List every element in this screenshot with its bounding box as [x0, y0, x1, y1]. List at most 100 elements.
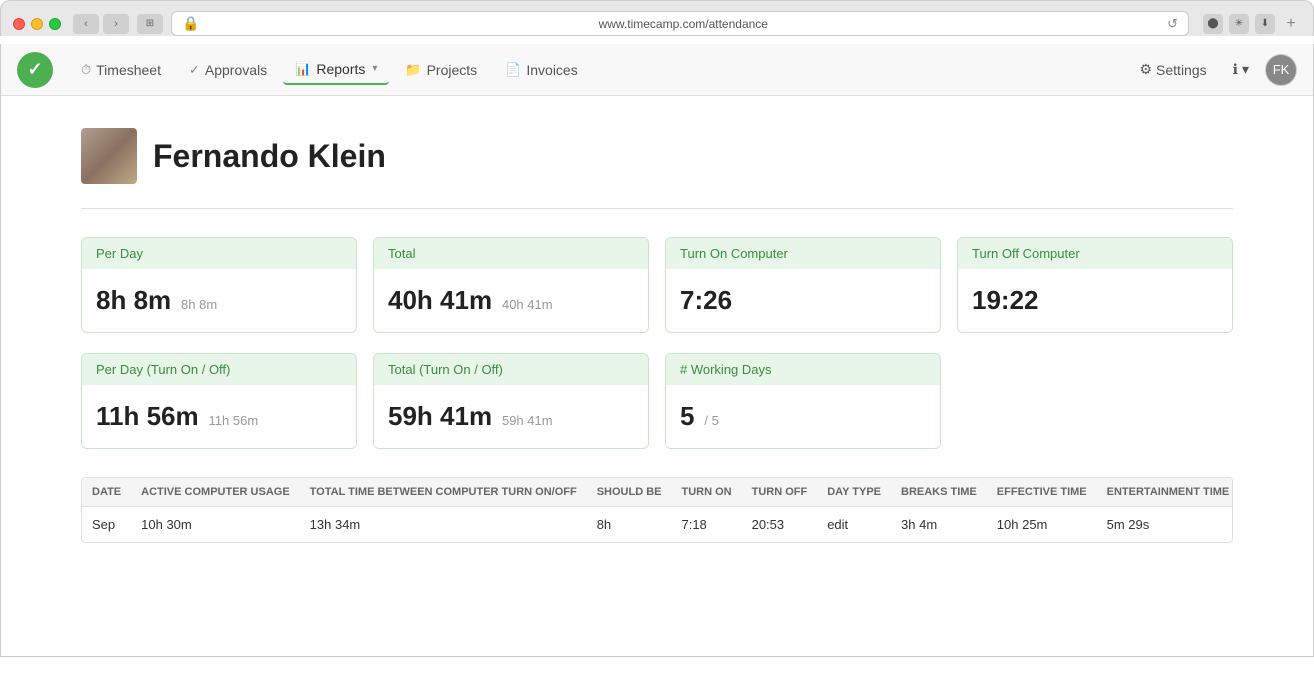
- stat-card-total: Total 40h 41m 40h 41m: [373, 237, 649, 333]
- table-header-row: DATE ACTIVE COMPUTER USAGE TOTAL TIME BE…: [82, 478, 1233, 507]
- user-avatar[interactable]: FK: [1265, 54, 1297, 86]
- stat-value-turn-on: 7:26: [680, 285, 732, 315]
- cell-turn-off: 20:53: [742, 507, 818, 543]
- back-button[interactable]: ‹: [73, 14, 99, 34]
- profile-divider: [81, 208, 1233, 209]
- extension-icon-1[interactable]: ⬤: [1203, 14, 1223, 34]
- stat-body-per-day-turn: 11h 56m 11h 56m: [82, 385, 356, 448]
- extension-icon-3[interactable]: ⬇: [1255, 14, 1275, 34]
- cell-total-between: 13h 34m: [300, 507, 587, 543]
- nav-projects[interactable]: 📁 Projects: [393, 56, 489, 84]
- nav-invoices[interactable]: 📄 Invoices: [493, 56, 590, 84]
- info-caret: ▾: [1242, 61, 1249, 78]
- cell-entertainment-time: 5m 29s: [1097, 507, 1233, 543]
- projects-icon: 📁: [405, 62, 421, 78]
- stat-body-turn-off: 19:22: [958, 269, 1232, 332]
- table-body: Sep 10h 30m 13h 34m 8h 7:18 20:53 edit 3…: [82, 507, 1233, 543]
- nav-reports-label: Reports: [316, 61, 365, 77]
- stat-card-per-day: Per Day 8h 8m 8h 8m: [81, 237, 357, 333]
- nav-reports[interactable]: 📊 Reports ▾: [283, 55, 389, 85]
- stat-header-working-days: # Working Days: [666, 354, 940, 385]
- stat-header-turn-off: Turn Off Computer: [958, 238, 1232, 269]
- cell-day-type[interactable]: edit: [817, 507, 891, 543]
- cell-active-usage: 10h 30m: [131, 507, 300, 543]
- stat-header-per-day-turn: Per Day (Turn On / Off): [82, 354, 356, 385]
- stat-sub-per-day: 8h 8m: [181, 297, 217, 312]
- profile-header: Fernando Klein: [81, 128, 1233, 184]
- cell-should-be: 8h: [587, 507, 672, 543]
- col-turn-off: TURN OFF: [742, 478, 818, 507]
- stat-body-total: 40h 41m 40h 41m: [374, 269, 648, 332]
- cell-turn-on: 7:18: [671, 507, 741, 543]
- info-button[interactable]: ℹ ▾: [1225, 56, 1257, 83]
- data-table: DATE ACTIVE COMPUTER USAGE TOTAL TIME BE…: [82, 478, 1233, 542]
- stat-sub-per-day-turn: 11h 56m: [209, 413, 259, 428]
- table-row: Sep 10h 30m 13h 34m 8h 7:18 20:53 edit 3…: [82, 507, 1233, 543]
- stat-value-working-days: 5: [680, 401, 694, 431]
- col-breaks-time: BREAKS TIME: [891, 478, 987, 507]
- settings-label: Settings: [1156, 62, 1207, 78]
- stat-body-working-days: 5 / 5: [666, 385, 940, 448]
- profile-name: Fernando Klein: [153, 138, 386, 175]
- nav-approvals[interactable]: ✓ Approvals: [177, 56, 279, 84]
- stat-value-total: 40h 41m: [388, 285, 492, 315]
- url-text[interactable]: www.timecamp.com/attendance: [205, 17, 1161, 31]
- stat-card-turn-on: Turn On Computer 7:26: [665, 237, 941, 333]
- browser-titlebar: ‹ › ⊞ 🔒 www.timecamp.com/attendance ↺ ⬤ …: [13, 11, 1301, 36]
- settings-button[interactable]: ⚙ Settings: [1129, 56, 1216, 83]
- col-date: DATE: [82, 478, 131, 507]
- data-table-container: DATE ACTIVE COMPUTER USAGE TOTAL TIME BE…: [81, 477, 1233, 543]
- window-control-button[interactable]: ⊞: [137, 14, 163, 34]
- stat-sub-total-turn: 59h 41m: [502, 413, 553, 428]
- col-total-between: TOTAL TIME BETWEEN COMPUTER TURN ON/OFF: [300, 478, 587, 507]
- cell-breaks-time: 3h 4m: [891, 507, 987, 543]
- logo[interactable]: ✓: [17, 52, 53, 88]
- nav-approvals-label: Approvals: [205, 62, 267, 78]
- nav-items: ⏱ Timesheet ✓ Approvals 📊 Reports ▾ 📁 Pr…: [69, 55, 1129, 85]
- nav-right: ⚙ Settings ℹ ▾ FK: [1129, 54, 1297, 86]
- invoices-icon: 📄: [505, 62, 521, 78]
- stat-header-total-turn: Total (Turn On / Off): [374, 354, 648, 385]
- new-tab-button[interactable]: +: [1281, 14, 1301, 34]
- nav-timesheet-label: Timesheet: [96, 62, 161, 78]
- address-bar[interactable]: 🔒 www.timecamp.com/attendance ↺: [171, 11, 1189, 36]
- minimize-button[interactable]: [31, 18, 43, 30]
- browser-nav-buttons: ‹ ›: [73, 14, 129, 34]
- col-entertainment-time: ENTERTAINMENT TIME: [1097, 478, 1233, 507]
- browser-chrome: ‹ › ⊞ 🔒 www.timecamp.com/attendance ↺ ⬤ …: [0, 0, 1314, 36]
- cell-date[interactable]: Sep: [82, 507, 131, 543]
- timesheet-icon: ⏱: [81, 62, 91, 78]
- stat-value-per-day: 8h 8m: [96, 285, 171, 315]
- avatar-image: [81, 128, 137, 184]
- stat-header-total: Total: [374, 238, 648, 269]
- stat-value-total-turn: 59h 41m: [388, 401, 492, 431]
- col-day-type: DAY TYPE: [817, 478, 891, 507]
- col-active-usage: ACTIVE COMPUTER USAGE: [131, 478, 300, 507]
- col-should-be: SHOULD BE: [587, 478, 672, 507]
- stat-card-total-turn: Total (Turn On / Off) 59h 41m 59h 41m: [373, 353, 649, 449]
- extension-icon-2[interactable]: ✳: [1229, 14, 1249, 34]
- stat-body-turn-on: 7:26: [666, 269, 940, 332]
- maximize-button[interactable]: [49, 18, 61, 30]
- browser-extensions: ⬤ ✳ ⬇ +: [1203, 14, 1301, 34]
- stat-card-working-days: # Working Days 5 / 5: [665, 353, 941, 449]
- stat-value-turn-off: 19:22: [972, 285, 1039, 315]
- forward-button[interactable]: ›: [103, 14, 129, 34]
- reload-button[interactable]: ↺: [1167, 16, 1178, 32]
- close-button[interactable]: [13, 18, 25, 30]
- stat-body-per-day: 8h 8m 8h 8m: [82, 269, 356, 332]
- stat-card-turn-off: Turn Off Computer 19:22: [957, 237, 1233, 333]
- info-icon: ℹ: [1233, 61, 1238, 78]
- avatar-text: FK: [1273, 62, 1290, 77]
- traffic-lights: [13, 18, 61, 30]
- nav-projects-label: Projects: [427, 62, 478, 78]
- reports-icon: 📊: [295, 61, 311, 77]
- col-turn-on: TURN ON: [671, 478, 741, 507]
- top-nav: ✓ ⏱ Timesheet ✓ Approvals 📊 Reports ▾ 📁 …: [1, 44, 1313, 96]
- settings-icon: ⚙: [1139, 61, 1152, 78]
- stat-value-per-day-turn: 11h 56m: [96, 401, 199, 431]
- nav-timesheet[interactable]: ⏱ Timesheet: [69, 56, 173, 84]
- stat-card-per-day-turn: Per Day (Turn On / Off) 11h 56m 11h 56m: [81, 353, 357, 449]
- stat-sub-working-days: / 5: [704, 413, 718, 428]
- nav-invoices-label: Invoices: [526, 62, 577, 78]
